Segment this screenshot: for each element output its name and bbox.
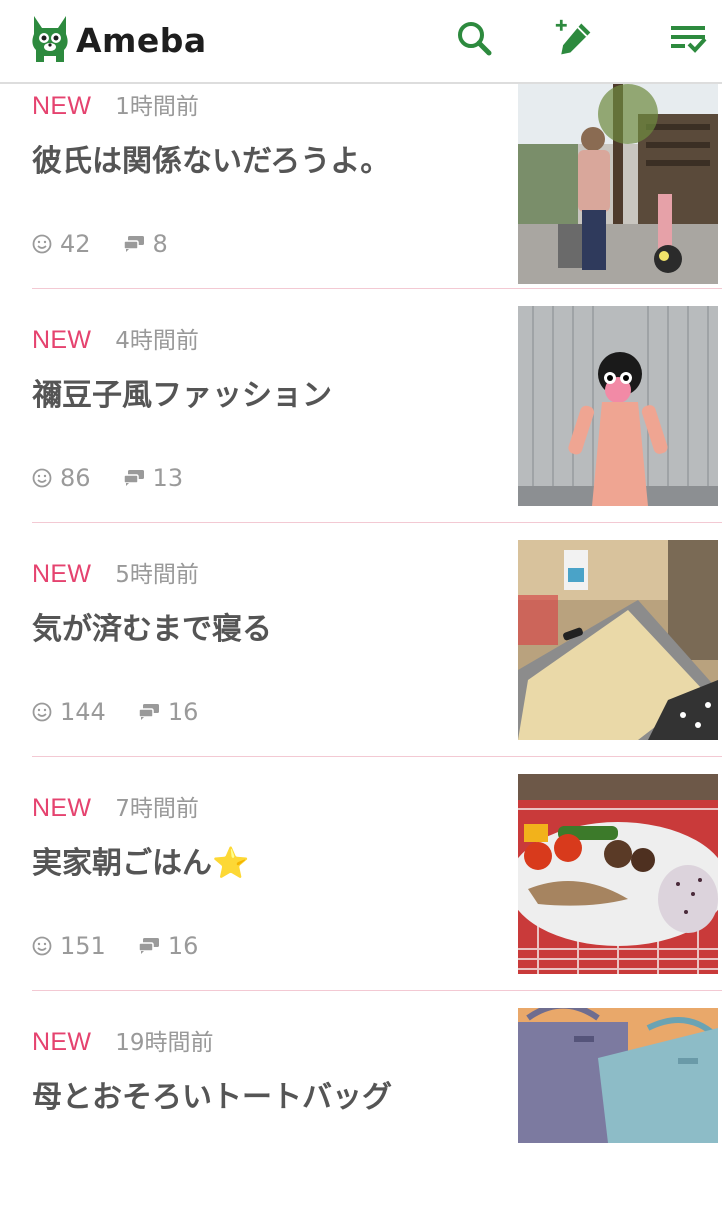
divider xyxy=(32,990,722,991)
comment-icon xyxy=(122,470,144,486)
post-time: 7時間前 xyxy=(115,796,199,822)
list-item[interactable]: NEW 1時間前 彼氏は関係ないだろうよ。 42 8 xyxy=(0,56,722,290)
comment-count: 8 xyxy=(152,230,168,258)
entry-thumbnail[interactable] xyxy=(518,1008,718,1143)
reading-list-button[interactable] xyxy=(668,16,708,60)
list-item[interactable]: NEW 7時間前 実家朝ごはん⭐ 151 16 xyxy=(0,758,722,992)
logo-text: Ameba xyxy=(76,20,207,60)
ameba-logo[interactable]: Ameba xyxy=(30,10,207,70)
comment-icon xyxy=(138,704,159,720)
smile-icon xyxy=(32,702,52,722)
entry-meta: NEW 19時間前 xyxy=(32,1023,214,1057)
comment-count: 16 xyxy=(167,932,199,960)
smile-icon xyxy=(32,936,52,956)
comment-stat: 8 xyxy=(122,230,168,258)
entry-title[interactable]: 母とおそろいトートバッグ xyxy=(32,1072,392,1116)
entry-stats: 86 13 xyxy=(32,464,183,492)
like-count: 144 xyxy=(60,698,106,726)
list-item[interactable]: NEW 5時間前 気が済むまで寝る 144 16 xyxy=(0,524,722,758)
post-time: 1時間前 xyxy=(115,94,199,120)
entry-stats: 151 16 xyxy=(32,932,198,960)
divider xyxy=(32,522,722,523)
smile-icon xyxy=(32,468,52,488)
like-count: 86 xyxy=(60,464,91,492)
ameba-mascot-icon xyxy=(32,16,68,62)
like-stat: 86 xyxy=(32,464,91,492)
like-count: 151 xyxy=(60,932,106,960)
post-time: 4時間前 xyxy=(115,328,199,354)
entry-title[interactable]: 実家朝ごはん⭐ xyxy=(32,838,249,882)
write-post-button[interactable] xyxy=(554,16,594,60)
new-badge: NEW xyxy=(32,326,92,354)
entry-meta: NEW 7時間前 xyxy=(32,789,199,823)
entry-thumbnail[interactable] xyxy=(518,540,718,740)
new-badge: NEW xyxy=(32,1028,92,1056)
entry-title[interactable]: 禰豆子風ファッション xyxy=(32,370,332,414)
list-item[interactable]: NEW 4時間前 禰豆子風ファッション 86 13 xyxy=(0,290,722,524)
write-post-icon xyxy=(555,19,591,55)
entry-stats: 144 16 xyxy=(32,698,198,726)
comment-count: 16 xyxy=(167,698,199,726)
photo-breakfast-plate xyxy=(518,774,718,974)
smile-icon xyxy=(32,234,52,254)
comment-count: 13 xyxy=(152,464,184,492)
new-badge: NEW xyxy=(32,92,92,120)
new-badge: NEW xyxy=(32,794,92,822)
list-item[interactable]: NEW 19時間前 母とおそろいトートバッグ xyxy=(0,992,722,1226)
new-badge: NEW xyxy=(32,560,92,588)
entry-title[interactable]: 気が済むまで寝る xyxy=(32,604,272,648)
menu-list-icon xyxy=(671,26,707,53)
comment-icon xyxy=(138,938,159,954)
photo-child-pink-dress xyxy=(518,306,718,506)
app-header: Ameba xyxy=(0,0,722,84)
search-button[interactable] xyxy=(454,16,494,60)
entry-thumbnail[interactable] xyxy=(518,84,718,284)
entry-stats: 42 8 xyxy=(32,230,168,258)
entry-thumbnail[interactable] xyxy=(518,774,718,974)
comment-icon xyxy=(122,236,144,252)
like-count: 42 xyxy=(60,230,91,258)
photo-tote-bags xyxy=(518,1008,718,1143)
like-stat: 144 xyxy=(32,698,106,726)
comment-stat: 13 xyxy=(122,464,184,492)
entry-meta: NEW 5時間前 xyxy=(32,555,199,589)
divider xyxy=(32,756,722,757)
like-stat: 151 xyxy=(32,932,106,960)
like-stat: 42 xyxy=(32,230,91,258)
post-time: 5時間前 xyxy=(115,562,199,588)
comment-stat: 16 xyxy=(138,932,199,960)
entry-thumbnail[interactable] xyxy=(518,306,718,506)
divider xyxy=(32,288,722,289)
photo-woman-building xyxy=(518,84,718,284)
entry-title[interactable]: 彼氏は関係ないだろうよ。 xyxy=(32,136,390,180)
photo-room-floor xyxy=(518,540,718,740)
entry-meta: NEW 4時間前 xyxy=(32,321,199,355)
post-time: 19時間前 xyxy=(115,1030,214,1056)
comment-stat: 16 xyxy=(138,698,199,726)
entry-meta: NEW 1時間前 xyxy=(32,87,199,121)
search-icon xyxy=(458,22,492,56)
